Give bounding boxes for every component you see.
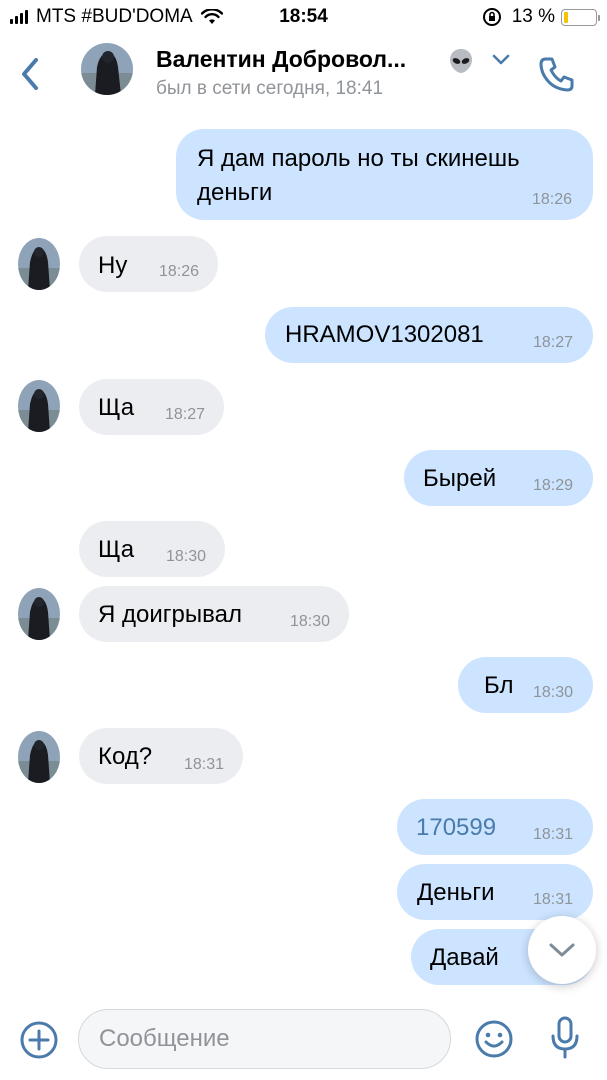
phone-number-link[interactable]: 170599 [416,811,496,845]
chevron-down-icon [549,943,575,957]
message-time: 18:30 [532,684,573,701]
message-text: Бл [484,672,514,699]
message-text: Ща [98,394,135,421]
battery-fill [564,11,568,23]
message-time: 18:31 [532,826,573,843]
message-time: 18:26 [158,263,199,280]
sender-avatar[interactable] [18,380,60,432]
message-text: Деньги [417,879,495,906]
message-text: HRAMOV1302081 [285,321,484,348]
phone-icon[interactable] [537,54,577,94]
message-time: 18:30 [165,548,206,565]
message-text: Код? [98,743,153,770]
battery-label: 13 % [511,6,555,27]
outgoing-message[interactable]: HRAMOV1302081 18:27 [265,307,593,363]
sender-avatar[interactable] [18,588,60,640]
incoming-message[interactable]: Ща 18:27 [79,379,224,435]
emoji-smile-icon[interactable] [473,1018,515,1060]
incoming-message[interactable]: Я доигрывал 18:30 [79,586,349,642]
outgoing-message[interactable]: 170599 18:31 [397,799,593,855]
back-arrow-icon[interactable] [16,54,46,94]
contact-avatar[interactable] [81,43,133,95]
outgoing-message[interactable]: Я дам пароль но ты скинешь деньги 18:26 [176,129,593,220]
chat-header: Валентин Добровол... был в сети сегодня,… [0,34,607,114]
chevron-down-icon[interactable] [492,54,510,66]
message-composer [0,1000,607,1080]
message-text: Я дам пароль но ты скинешь [197,145,520,172]
battery-icon [561,8,600,26]
status-bar: MTS #BUD'DOMA 18:54 13 % [0,0,607,34]
scroll-to-bottom-button[interactable] [528,916,596,984]
last-seen-status: был в сети сегодня, 18:41 [156,78,384,99]
alien-emoji-icon [450,49,472,73]
message-input-wrapper[interactable] [78,1009,451,1069]
message-time: 18:27 [164,406,205,423]
message-time: 18:31 [183,756,224,773]
rotation-lock-icon [482,8,501,26]
message-text: Ща [98,536,135,563]
message-time: 18:29 [532,477,573,494]
status-right: 13 % [482,6,600,28]
outgoing-message[interactable]: Деньги 18:31 [397,864,593,920]
message-text: деньги [197,179,273,206]
incoming-message[interactable]: Ну 18:26 [79,236,218,292]
message-time: 18:27 [532,334,573,351]
attach-plus-icon[interactable] [19,1020,59,1060]
incoming-message[interactable]: Код? 18:31 [79,728,243,784]
incoming-message[interactable]: Ща 18:30 [79,521,225,577]
contact-name[interactable]: Валентин Добровол... [156,46,406,73]
sender-avatar[interactable] [18,731,60,783]
message-text: Бырей [423,465,497,492]
message-input[interactable] [79,1010,450,1068]
message-text: Давай [430,944,499,971]
message-text: Я доигрывал [98,601,242,628]
message-time: 18:26 [531,191,572,208]
outgoing-message[interactable]: Бырей 18:29 [404,450,593,506]
message-time: 18:30 [289,613,330,630]
message-text: Ну [98,252,128,279]
sender-avatar[interactable] [18,238,60,290]
message-time: 18:31 [532,891,573,908]
microphone-icon[interactable] [550,1016,580,1060]
outgoing-message[interactable]: Бл 18:30 [458,657,593,713]
